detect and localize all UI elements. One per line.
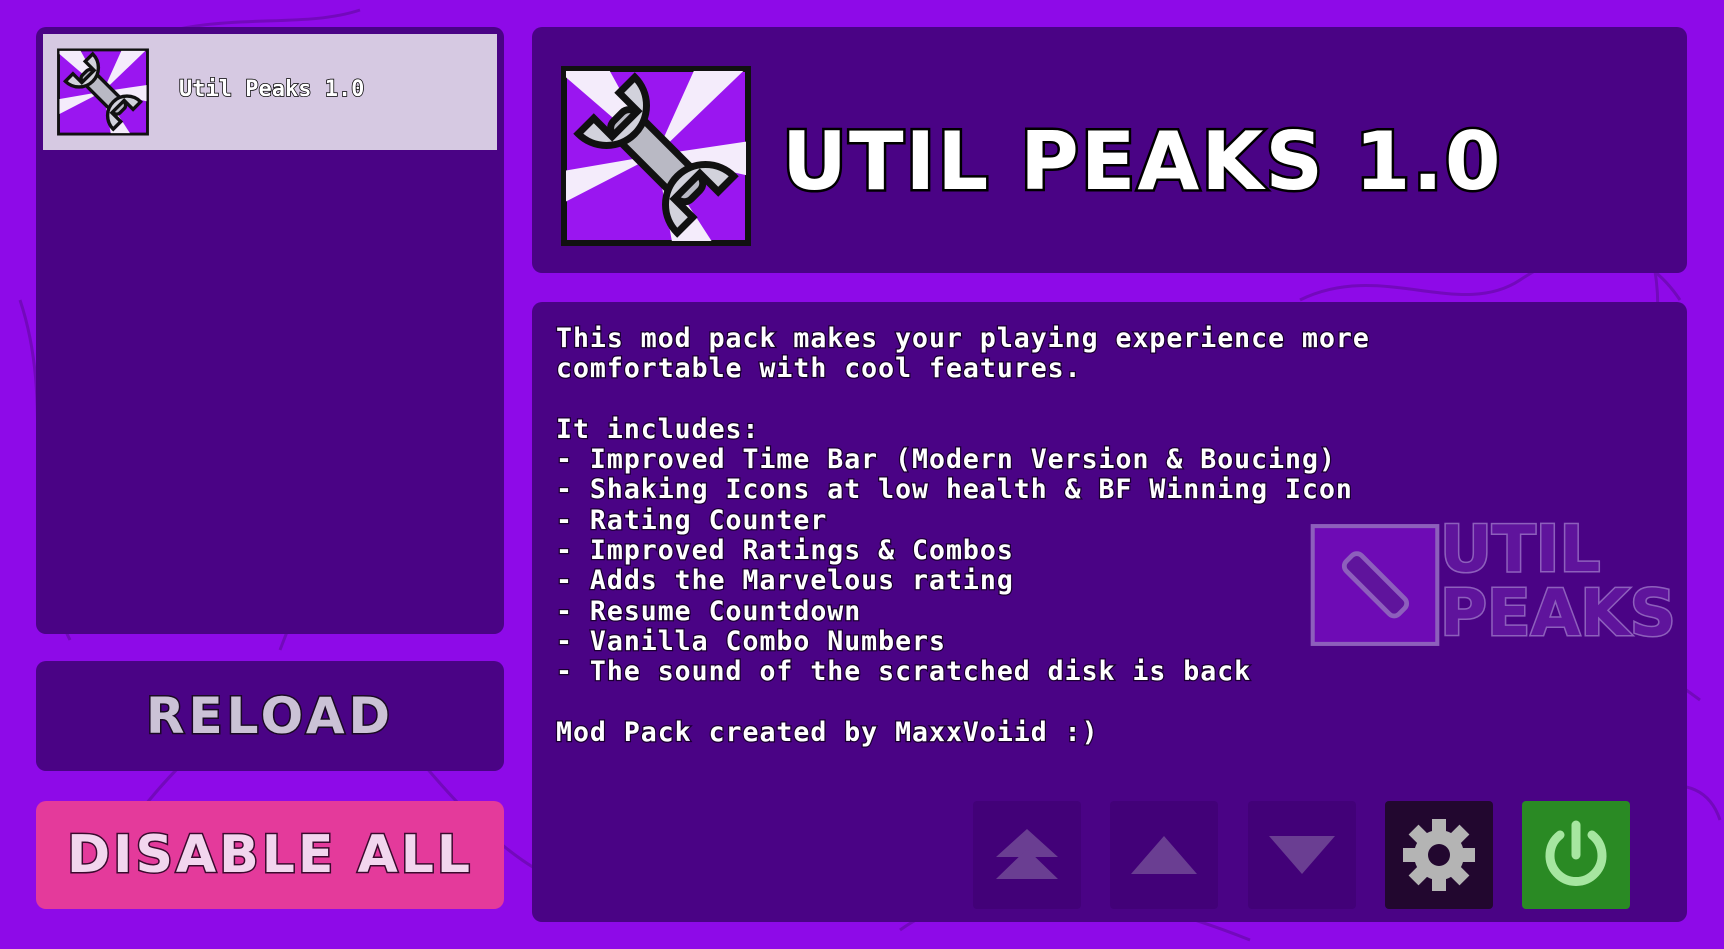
mod-list-panel: Util Peaks 1.0 <box>36 27 504 634</box>
reload-label: RELOAD <box>144 686 395 747</box>
watermark-line1: UTIL <box>1438 513 1601 587</box>
wrench-icon <box>57 48 149 136</box>
double-arrow-up-icon <box>996 829 1058 879</box>
reload-button[interactable]: RELOAD <box>36 661 504 771</box>
wrench-icon <box>561 66 751 246</box>
mod-title: UTIL PEAKS 1.0 <box>780 113 1503 211</box>
mod-list-item-name: Util Peaks 1.0 <box>178 76 365 103</box>
gear-icon <box>1403 819 1475 891</box>
disable-all-button[interactable]: DISABLE ALL <box>36 801 504 909</box>
move-to-top-button[interactable] <box>973 801 1081 909</box>
watermark-line2: PEAKS <box>1439 577 1678 651</box>
arrow-up-icon <box>1131 836 1197 874</box>
settings-button[interactable] <box>1385 801 1493 909</box>
disable-all-label: DISABLE ALL <box>65 824 474 887</box>
power-icon <box>1545 820 1607 886</box>
move-down-button[interactable] <box>1248 801 1356 909</box>
toggle-mod-button[interactable] <box>1522 801 1630 909</box>
move-up-button[interactable] <box>1110 801 1218 909</box>
mod-list-item[interactable]: Util Peaks 1.0 <box>43 34 497 150</box>
mod-description: This mod pack makes your playing experie… <box>555 322 1370 749</box>
mod-header-panel: UTIL PEAKS 1.0 <box>532 27 1687 273</box>
arrow-down-icon <box>1269 836 1335 874</box>
